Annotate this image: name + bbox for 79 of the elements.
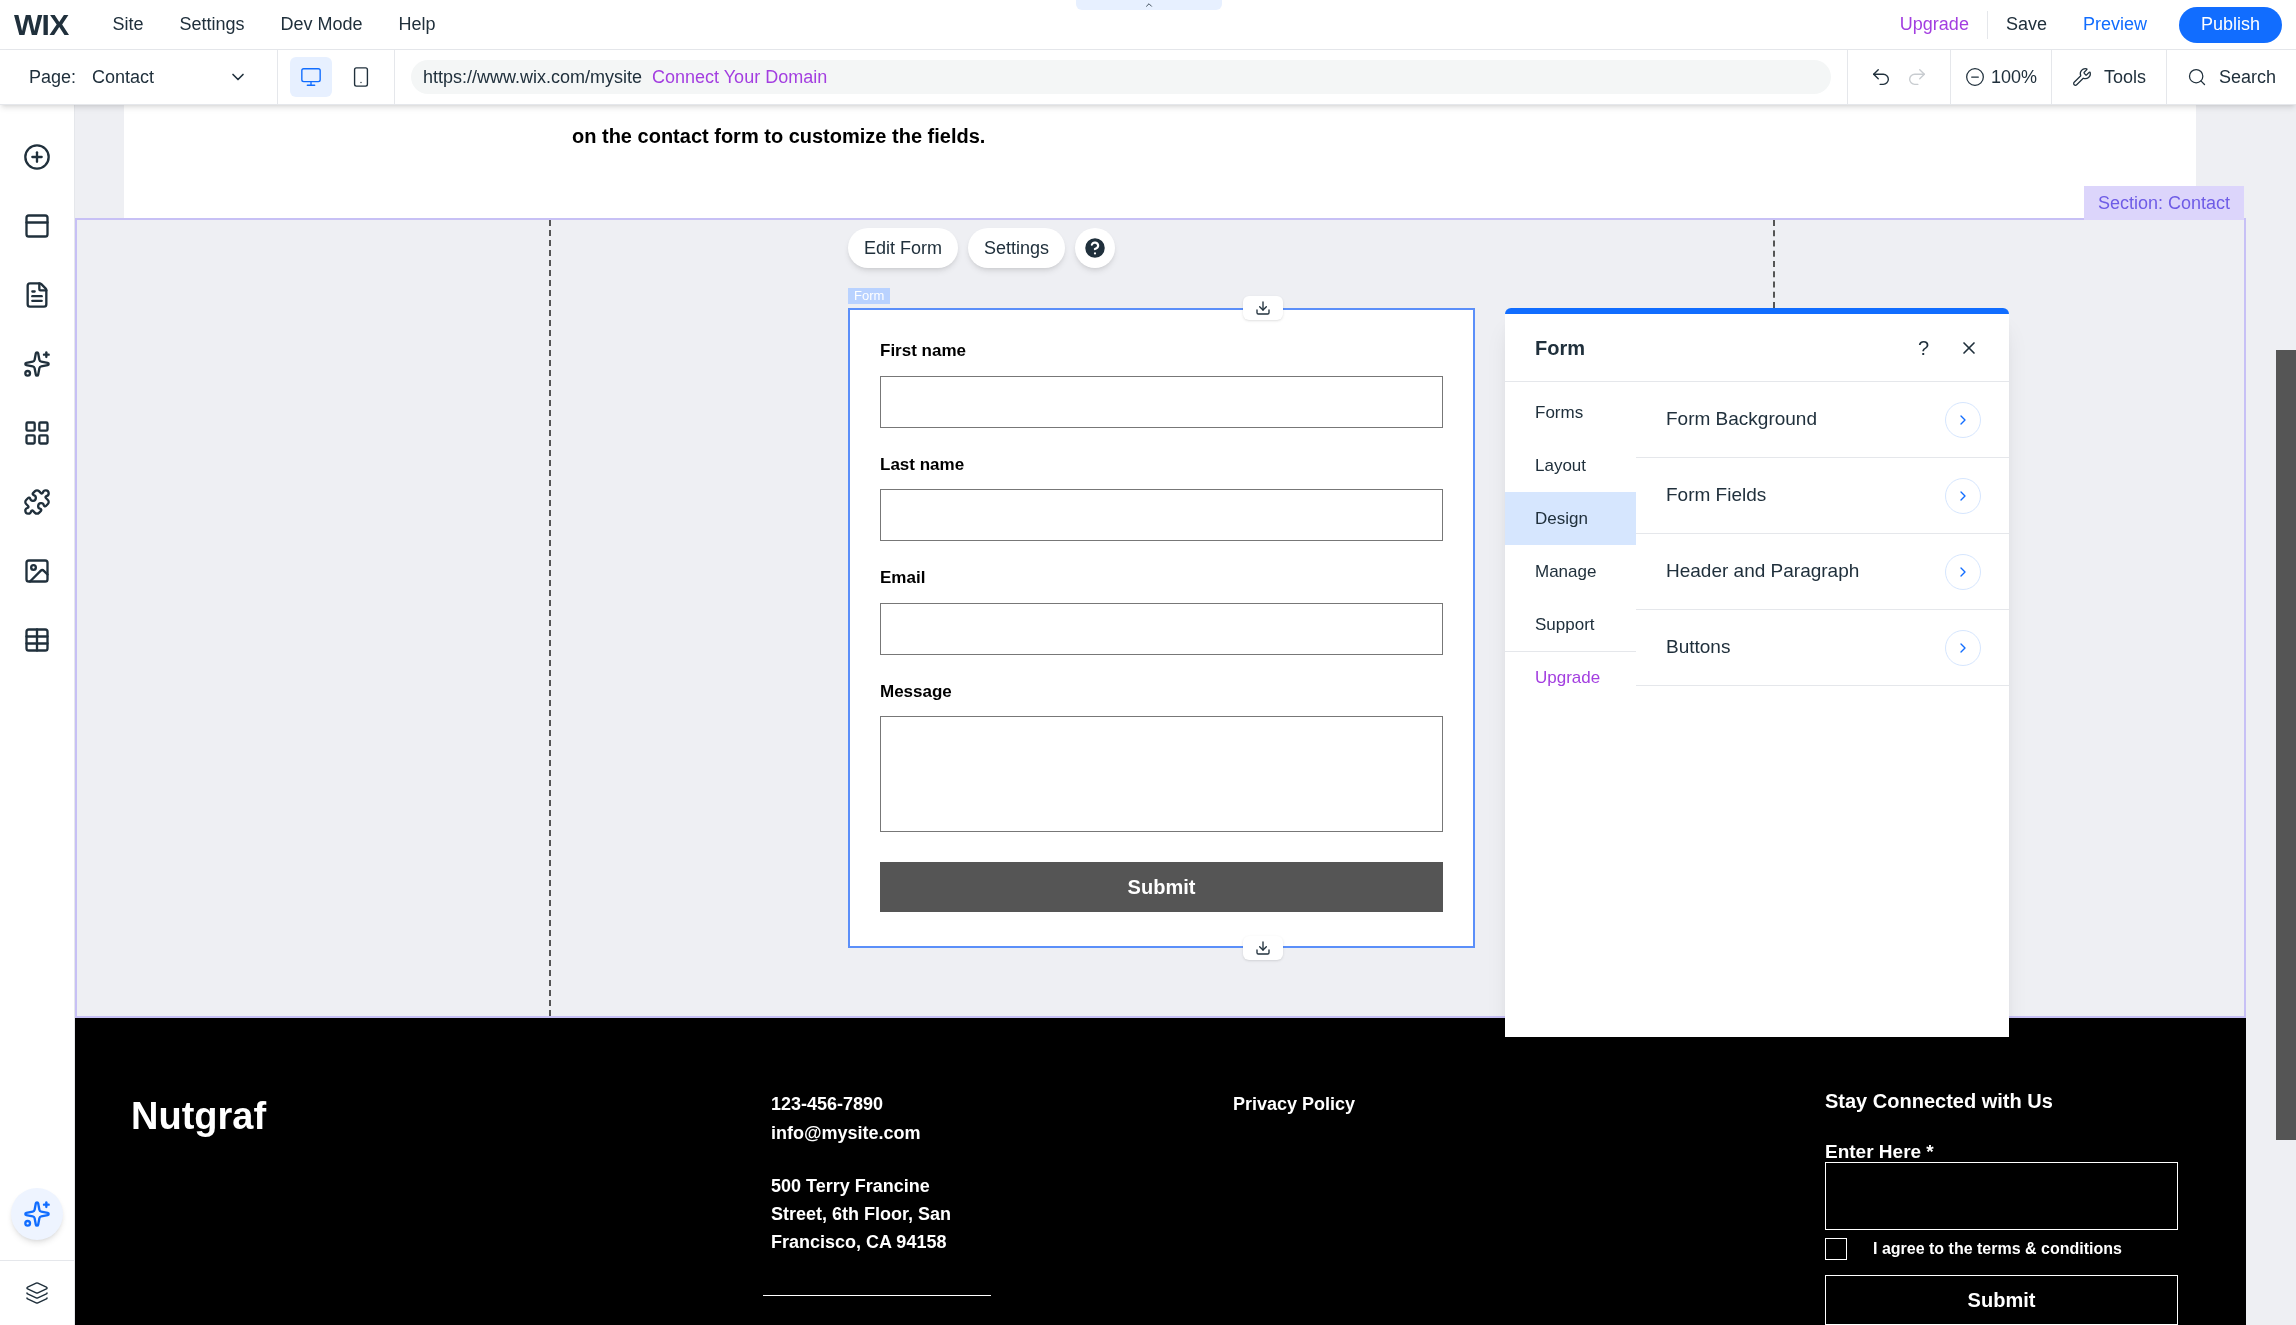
search-button[interactable]: Search: [2165, 50, 2296, 104]
download-icon: [1255, 940, 1271, 956]
table-icon[interactable]: [23, 626, 51, 654]
sparkle-icon: [23, 1200, 51, 1228]
field-label: Enter Here *: [1825, 1142, 1935, 1162]
sections-icon[interactable]: [23, 212, 51, 240]
address-line: Francisco, CA 94158: [771, 1231, 948, 1254]
page-dropdown[interactable]: Contact: [92, 63, 228, 91]
field-label: Email: [880, 567, 927, 589]
input-field[interactable]: [880, 375, 1443, 428]
page-label: Page:: [29, 65, 77, 89]
panel-option[interactable]: Form Fields: [1636, 458, 2009, 534]
field-label: Message: [880, 680, 953, 703]
zoom-out-icon: [1964, 67, 1985, 87]
submit-button[interactable]: Submit: [880, 862, 1443, 912]
download-handle[interactable]: [1243, 936, 1283, 960]
panel-tab[interactable]: Support: [1505, 598, 1636, 651]
panel-option[interactable]: Buttons: [1636, 610, 2009, 686]
logo[interactable]: WIX: [14, 2, 69, 47]
wrench-icon: [2071, 67, 2092, 87]
panel-tab[interactable]: Upgrade: [1505, 651, 1636, 704]
field-label: Last name: [880, 453, 966, 476]
menu-item[interactable]: Dev Mode: [280, 11, 363, 38]
address-line: Street, 6th Floor, San: [771, 1203, 952, 1226]
email-address: info@mysite.com: [771, 1122, 922, 1145]
form-action-button[interactable]: Edit Form: [848, 228, 958, 268]
upgrade-link[interactable]: Upgrade: [1881, 11, 1987, 38]
panel-title: Form: [1535, 335, 1586, 361]
brand-name: Nutgraf: [131, 1094, 267, 1139]
chevron-up-icon: [1144, 0, 1154, 10]
menu-item[interactable]: Settings: [179, 11, 245, 38]
newsletter-submit-button[interactable]: Submit: [1825, 1275, 2178, 1325]
publish-button[interactable]: Publish: [2178, 6, 2282, 43]
panel-tab[interactable]: Layout: [1505, 439, 1636, 492]
layers-icon[interactable]: [25, 1281, 49, 1305]
desktop-view-button[interactable]: [290, 57, 332, 97]
form-action-button[interactable]: Settings: [968, 228, 1066, 268]
collapse-handle[interactable]: [1076, 0, 1222, 10]
panel-tab[interactable]: Forms: [1505, 386, 1636, 439]
newsletter-title: Stay Connected with Us: [1825, 1089, 2054, 1114]
address-line: 500 Terry Francine: [771, 1175, 931, 1198]
menu-item[interactable]: Help: [398, 11, 436, 38]
consent-label: I agree to the terms & conditions: [1873, 1239, 2122, 1259]
monitor-icon: [300, 66, 322, 88]
input-field[interactable]: [880, 602, 1443, 655]
menu-item[interactable]: Site: [112, 11, 144, 38]
ai-assistant-button[interactable]: [11, 1188, 63, 1240]
tools-button[interactable]: Tools: [2050, 50, 2166, 104]
consent-checkbox[interactable]: [1825, 1238, 1847, 1260]
panel-tab[interactable]: Manage: [1505, 545, 1636, 598]
panel-option[interactable]: Form Background: [1636, 382, 2009, 458]
help-link[interactable]: ?: [1917, 332, 1929, 363]
intro-text: on the contact form to customize the fields.: [572, 125, 986, 147]
message-field[interactable]: [880, 716, 1443, 832]
connect-domain-link[interactable]: Connect Your Domain: [652, 63, 828, 91]
url-bar[interactable]: https://www.wix.com/mysite Connect Your Domain: [411, 60, 1831, 94]
download-icon: [1255, 300, 1271, 316]
privacy-policy-link[interactable]: Privacy Policy: [1233, 1090, 1356, 1119]
image-icon[interactable]: [23, 557, 51, 585]
form-tag: Form: [848, 288, 891, 304]
zoom-button[interactable]: 100%: [1949, 50, 2051, 104]
form-container[interactable]: First name Last name Email Message Submit: [848, 308, 1475, 948]
search-icon: [2186, 67, 2207, 87]
panel-option[interactable]: Header and Paragraph: [1636, 534, 2009, 610]
phone-number: 123-456-7890: [771, 1093, 885, 1116]
newsletter-input[interactable]: [1825, 1162, 2178, 1230]
section-label[interactable]: Section: Contact: [2083, 186, 2244, 220]
scrollbar[interactable]: [2276, 350, 2296, 1140]
preview-button[interactable]: Preview: [2064, 11, 2165, 38]
input-field[interactable]: [880, 489, 1443, 541]
add-icon[interactable]: [23, 143, 51, 171]
puzzle-icon[interactable]: [23, 488, 51, 516]
save-button[interactable]: Save: [1987, 11, 2065, 38]
site-url: https://www.wix.com/mysite: [423, 65, 643, 89]
download-handle[interactable]: [1243, 296, 1283, 320]
field-label: First name: [880, 340, 967, 362]
panel-tab[interactable]: Design: [1505, 492, 1636, 545]
help-button[interactable]: [1075, 228, 1116, 268]
apps-icon[interactable]: [23, 419, 51, 447]
